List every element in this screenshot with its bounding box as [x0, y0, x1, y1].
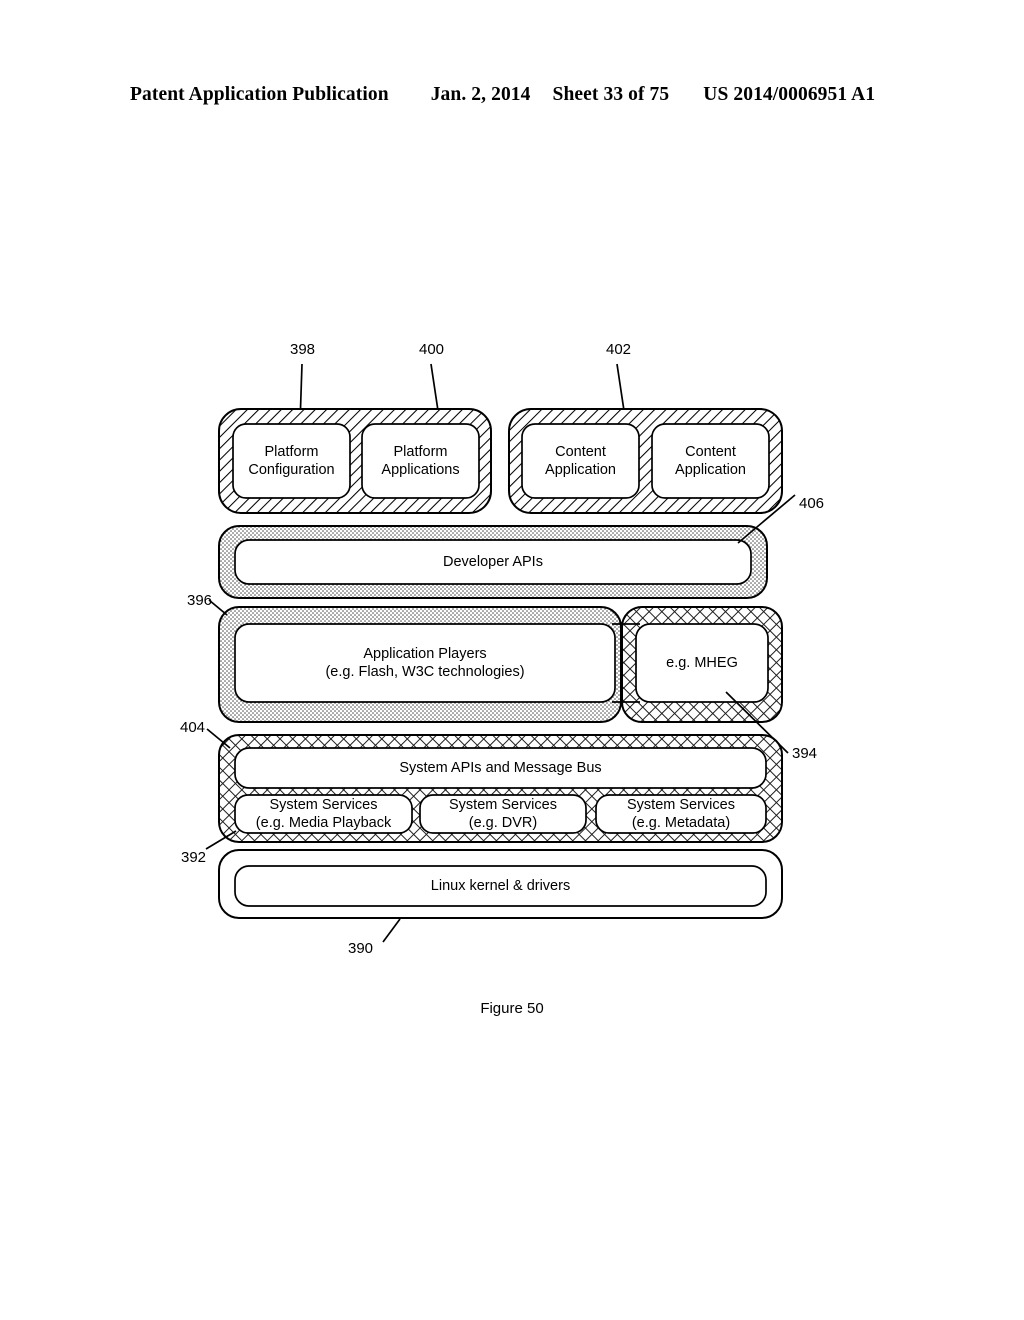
ref-numeral-394: 394: [792, 745, 818, 762]
application-players-inner: [234, 623, 616, 703]
content-application-box-1: [521, 423, 640, 499]
kernel-inner: [234, 865, 767, 907]
ref-numeral-396: 396: [187, 592, 213, 609]
diagram-svg: [205, 363, 796, 943]
platform-applications-box: [361, 423, 480, 499]
figure-caption: Figure 50: [480, 1000, 544, 1017]
ref-numeral-390: 390: [348, 940, 374, 957]
ref-numeral-402: 402: [606, 341, 632, 358]
content-application-box-2: [651, 423, 770, 499]
ref-numeral-398: 398: [290, 341, 316, 358]
ref-numeral-406: 406: [799, 495, 825, 512]
ref-numeral-400: 400: [419, 341, 445, 358]
patent-figure-diagram: 398 400 402 406 396 394 404 392 390 Plat…: [0, 0, 1024, 1320]
system-service-box-2: [419, 794, 587, 834]
ref-numeral-404: 404: [180, 719, 206, 736]
leader-390: [382, 918, 401, 943]
system-service-box-3: [595, 794, 767, 834]
developer-apis-inner: [234, 539, 752, 585]
mheg-inner: [635, 623, 769, 703]
ref-numeral-392: 392: [181, 849, 207, 866]
platform-configuration-box: [232, 423, 351, 499]
system-service-box-1: [234, 794, 413, 834]
system-apis-inner: [234, 747, 767, 789]
